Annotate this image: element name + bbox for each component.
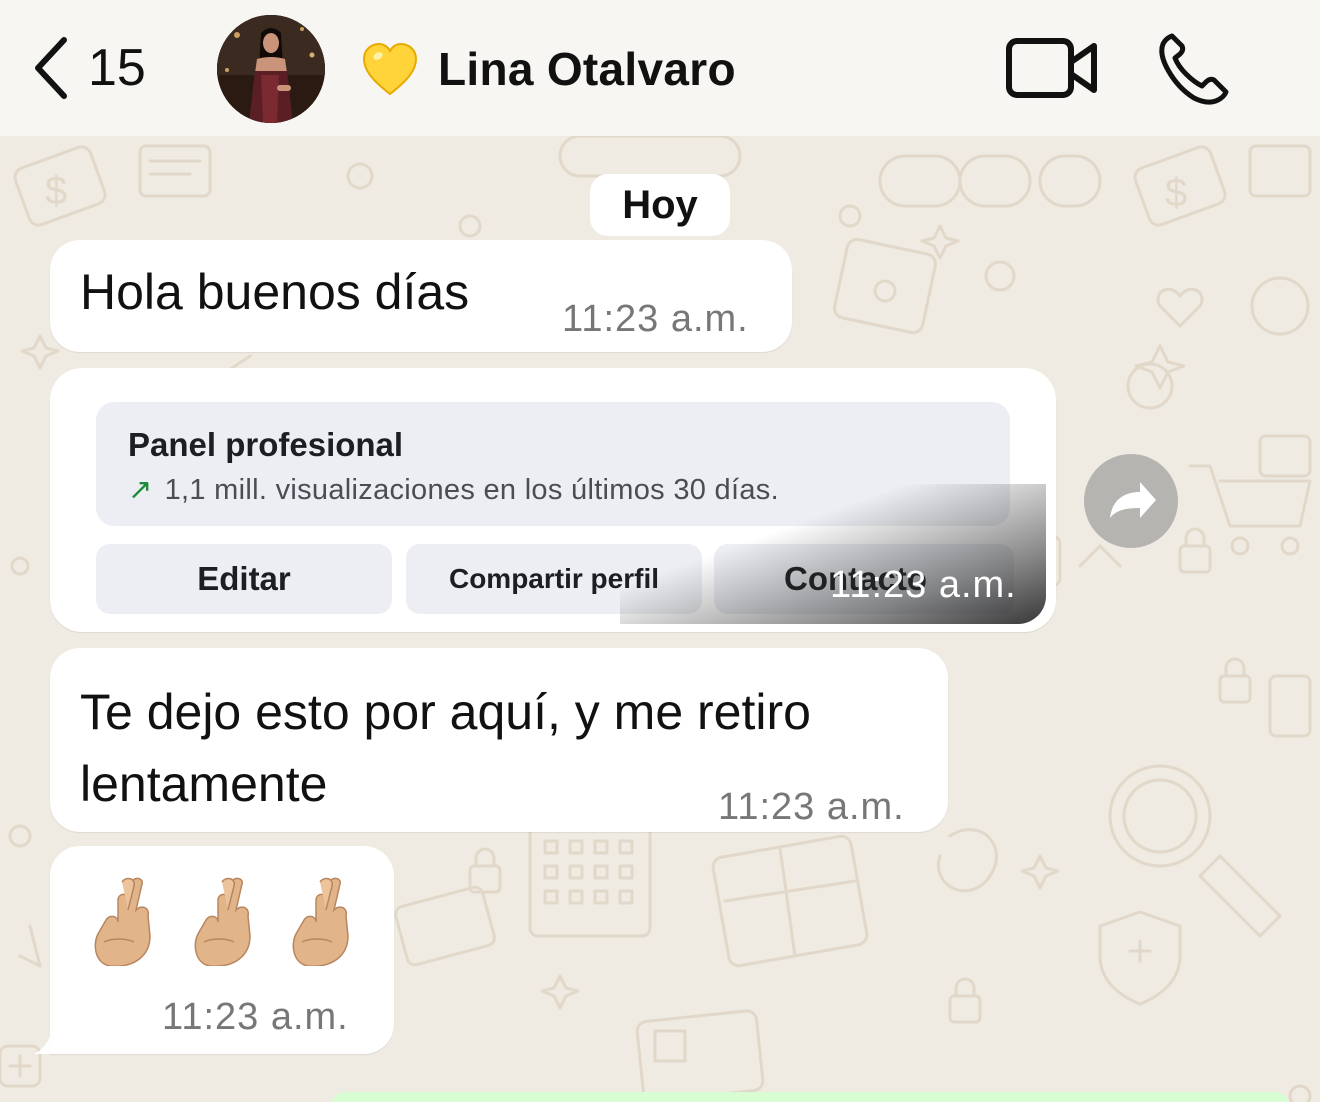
message-time: 11:23 a.m. (718, 786, 905, 828)
message-bubble[interactable]: 11:23 a.m. (50, 846, 394, 1054)
share-profile-button[interactable]: Compartir perfil (406, 544, 702, 614)
message-bubble[interactable]: Hola buenos días 11:23 a.m. (50, 240, 792, 352)
avatar[interactable] (217, 15, 325, 123)
chat-area[interactable]: $ $ Hoy Hola buenos días 11:23 a.m. Pane… (0, 136, 1320, 1102)
crossed-fingers-emoji (94, 877, 151, 966)
profile-card-message[interactable]: Panel profesional ↗ 1,1 mill. visualizaci… (50, 368, 1056, 632)
phone-icon[interactable] (1156, 30, 1232, 106)
chat-header: 15 Lina Otalvaro (0, 0, 1320, 136)
svg-text:$: $ (45, 169, 67, 213)
message-text: Hola buenos días (80, 264, 470, 320)
date-chip: Hoy (590, 174, 730, 236)
message-time: 11:23 a.m. (830, 564, 1017, 606)
edit-button[interactable]: Editar (96, 544, 392, 614)
message-line: lentamente (80, 756, 328, 812)
card-title: Panel profesional (128, 426, 404, 463)
unread-count: 15 (88, 39, 146, 97)
trend-up-icon: ↗ (128, 474, 153, 506)
forward-arrow-icon (1110, 482, 1156, 518)
back-button[interactable]: 15 (30, 30, 146, 106)
chevron-left-icon (35, 37, 67, 99)
professional-dashboard-card[interactable]: Panel profesional ↗ 1,1 mill. visualizaci… (96, 402, 1010, 526)
outgoing-message-bubble[interactable] (330, 1092, 1290, 1102)
crossed-fingers-emoji (292, 877, 349, 966)
crossed-fingers-emoji (194, 877, 251, 966)
video-camera-icon[interactable] (1004, 36, 1100, 100)
message-text: Te dejo esto por aquí, y me retiro lenta… (80, 676, 811, 820)
forward-button[interactable] (1084, 454, 1178, 548)
crossed-fingers-emoji-row (94, 877, 349, 966)
message-time: 11:23 a.m. (562, 298, 749, 340)
message-line: Te dejo esto por aquí, y me retiro (80, 684, 811, 740)
yellow-heart-icon (362, 42, 418, 96)
message-bubble[interactable]: Te dejo esto por aquí, y me retiro lenta… (50, 648, 948, 832)
contact-name[interactable]: Lina Otalvaro (438, 42, 736, 96)
card-stat: ↗ 1,1 mill. visualizaciones en los último… (128, 472, 779, 507)
svg-text:$: $ (1165, 171, 1187, 215)
message-time: 11:23 a.m. (162, 996, 349, 1038)
card-stat-text: 1,1 mill. visualizaciones en los últimos… (164, 474, 779, 506)
